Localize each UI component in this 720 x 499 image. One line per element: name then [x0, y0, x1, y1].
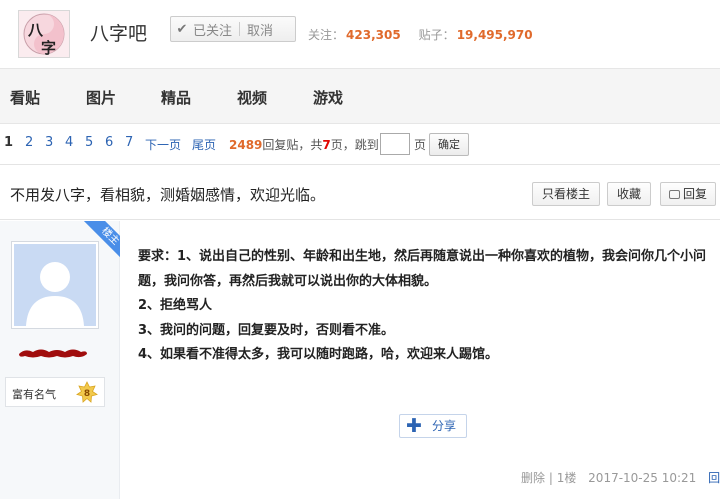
post-content: 要求：1、说出自己的性别、年龄和出生地，然后再随意说出一种你喜欢的植物，我会问你… [138, 245, 708, 368]
next-page-link[interactable]: 下一页 [145, 136, 181, 153]
only-author-button[interactable]: 只看楼主 [532, 182, 600, 206]
author-name-redacted[interactable] [17, 346, 89, 360]
nav-item-featured[interactable]: 精品 [161, 87, 191, 108]
follow-button[interactable]: ✔ 已关注 取消 [170, 16, 296, 42]
forum-nav: 看贴 图片 精品 视频 游戏 [0, 68, 720, 124]
post-footer: 删除 | 1楼 2017-10-25 10:21 回复 [521, 469, 720, 486]
post-time: 2017-10-25 10:21 [588, 471, 697, 485]
page-count: 7 [322, 138, 331, 152]
forum-logo[interactable]: 八 字 [18, 10, 70, 58]
content-line: 4、如果看不准得太多，我可以随时跑路，哈，欢迎来人踢馆。 [138, 347, 499, 362]
page-link[interactable]: 6 [105, 135, 113, 150]
level-num: 8 [84, 389, 90, 399]
favorite-button[interactable]: 收藏 [607, 182, 651, 206]
reply-button[interactable]: 回复 [660, 182, 716, 206]
posts-count: 19,495,970 [456, 28, 533, 42]
forum-header: 八 字 八字吧 ✔ 已关注 取消 关注： 423,305 贴子： 19,495,970 [0, 0, 720, 68]
pagination: 1 2 3 4 5 6 7 下一页 尾页 2489回复贴，共7页，跳到 页 确定 [0, 124, 720, 164]
comment-icon [668, 190, 680, 199]
page-link[interactable]: 5 [85, 135, 93, 150]
floor-number: 1楼 [556, 471, 577, 485]
nav-item-games[interactable]: 游戏 [313, 87, 343, 108]
nav-item-videos[interactable]: 视频 [237, 87, 267, 108]
op-badge: 楼主 [76, 221, 120, 265]
svg-text:八: 八 [27, 21, 44, 39]
forum-name[interactable]: 八字吧 [90, 19, 147, 46]
thread-title-bar: 不用发八字，看相貌，测婚姻感情，欢迎光临。 只看楼主 收藏 回复 [0, 164, 720, 220]
reply-label: 回复 [682, 187, 707, 201]
page-link[interactable]: 7 [125, 135, 133, 150]
page-suffix: 页，跳到 [330, 138, 379, 152]
author-level: 富有名气 8 [5, 377, 105, 407]
last-page-link[interactable]: 尾页 [192, 136, 216, 153]
plus-icon: ✚ [406, 415, 422, 437]
post-reply-link[interactable]: 回复 [708, 471, 720, 485]
level-name: 富有名气 [12, 388, 56, 401]
divider: | [548, 471, 557, 485]
content-line: 2、拒绝骂人 [138, 298, 213, 313]
thread-title: 不用发八字，看相貌，测婚姻感情，欢迎光临。 [10, 186, 326, 204]
unfollow-button[interactable]: 取消 [247, 20, 273, 39]
page-unit-label: 页 [414, 138, 427, 152]
share-button[interactable]: ✚ 分享 [399, 414, 467, 438]
reply-text: 回复贴，共 [262, 138, 323, 152]
reply-info: 2489回复贴，共7页，跳到 [229, 136, 379, 153]
reply-count: 2489 [229, 138, 263, 152]
delete-link[interactable]: 删除 [521, 471, 545, 485]
forum-stats: 关注： 423,305 贴子： 19,495,970 [308, 26, 551, 43]
divider [239, 22, 241, 36]
page-link[interactable]: 3 [45, 135, 53, 150]
level-badge-icon: 8 [76, 381, 98, 403]
page-current: 1 [4, 135, 14, 150]
check-icon: ✔ [176, 21, 188, 37]
posts-label: 贴子： [418, 28, 455, 42]
page-link[interactable]: 4 [65, 135, 73, 150]
content-line: 要求：1、说出自己的性别、年龄和出生地，然后再随意说出一种你喜欢的植物，我会问你… [138, 249, 707, 289]
followers-label: 关注： [308, 28, 345, 42]
follow-label: 已关注 [193, 23, 233, 39]
jump-page-input[interactable] [380, 133, 410, 155]
nav-item-posts[interactable]: 看贴 [10, 87, 40, 108]
svg-text:字: 字 [41, 39, 56, 57]
page-link[interactable]: 2 [25, 135, 33, 150]
followers-count: 423,305 [346, 28, 401, 42]
nav-item-images[interactable]: 图片 [86, 87, 116, 108]
share-label: 分享 [432, 419, 457, 433]
content-line: 3、我问的问题，回复要及时，否则看不准。 [138, 322, 395, 338]
post: 富有名气 8 楼主 要求：1、说出自己的性别、年龄和出生地，然后再随意说出一种你… [0, 221, 720, 499]
jump-confirm-button[interactable]: 确定 [429, 133, 469, 156]
